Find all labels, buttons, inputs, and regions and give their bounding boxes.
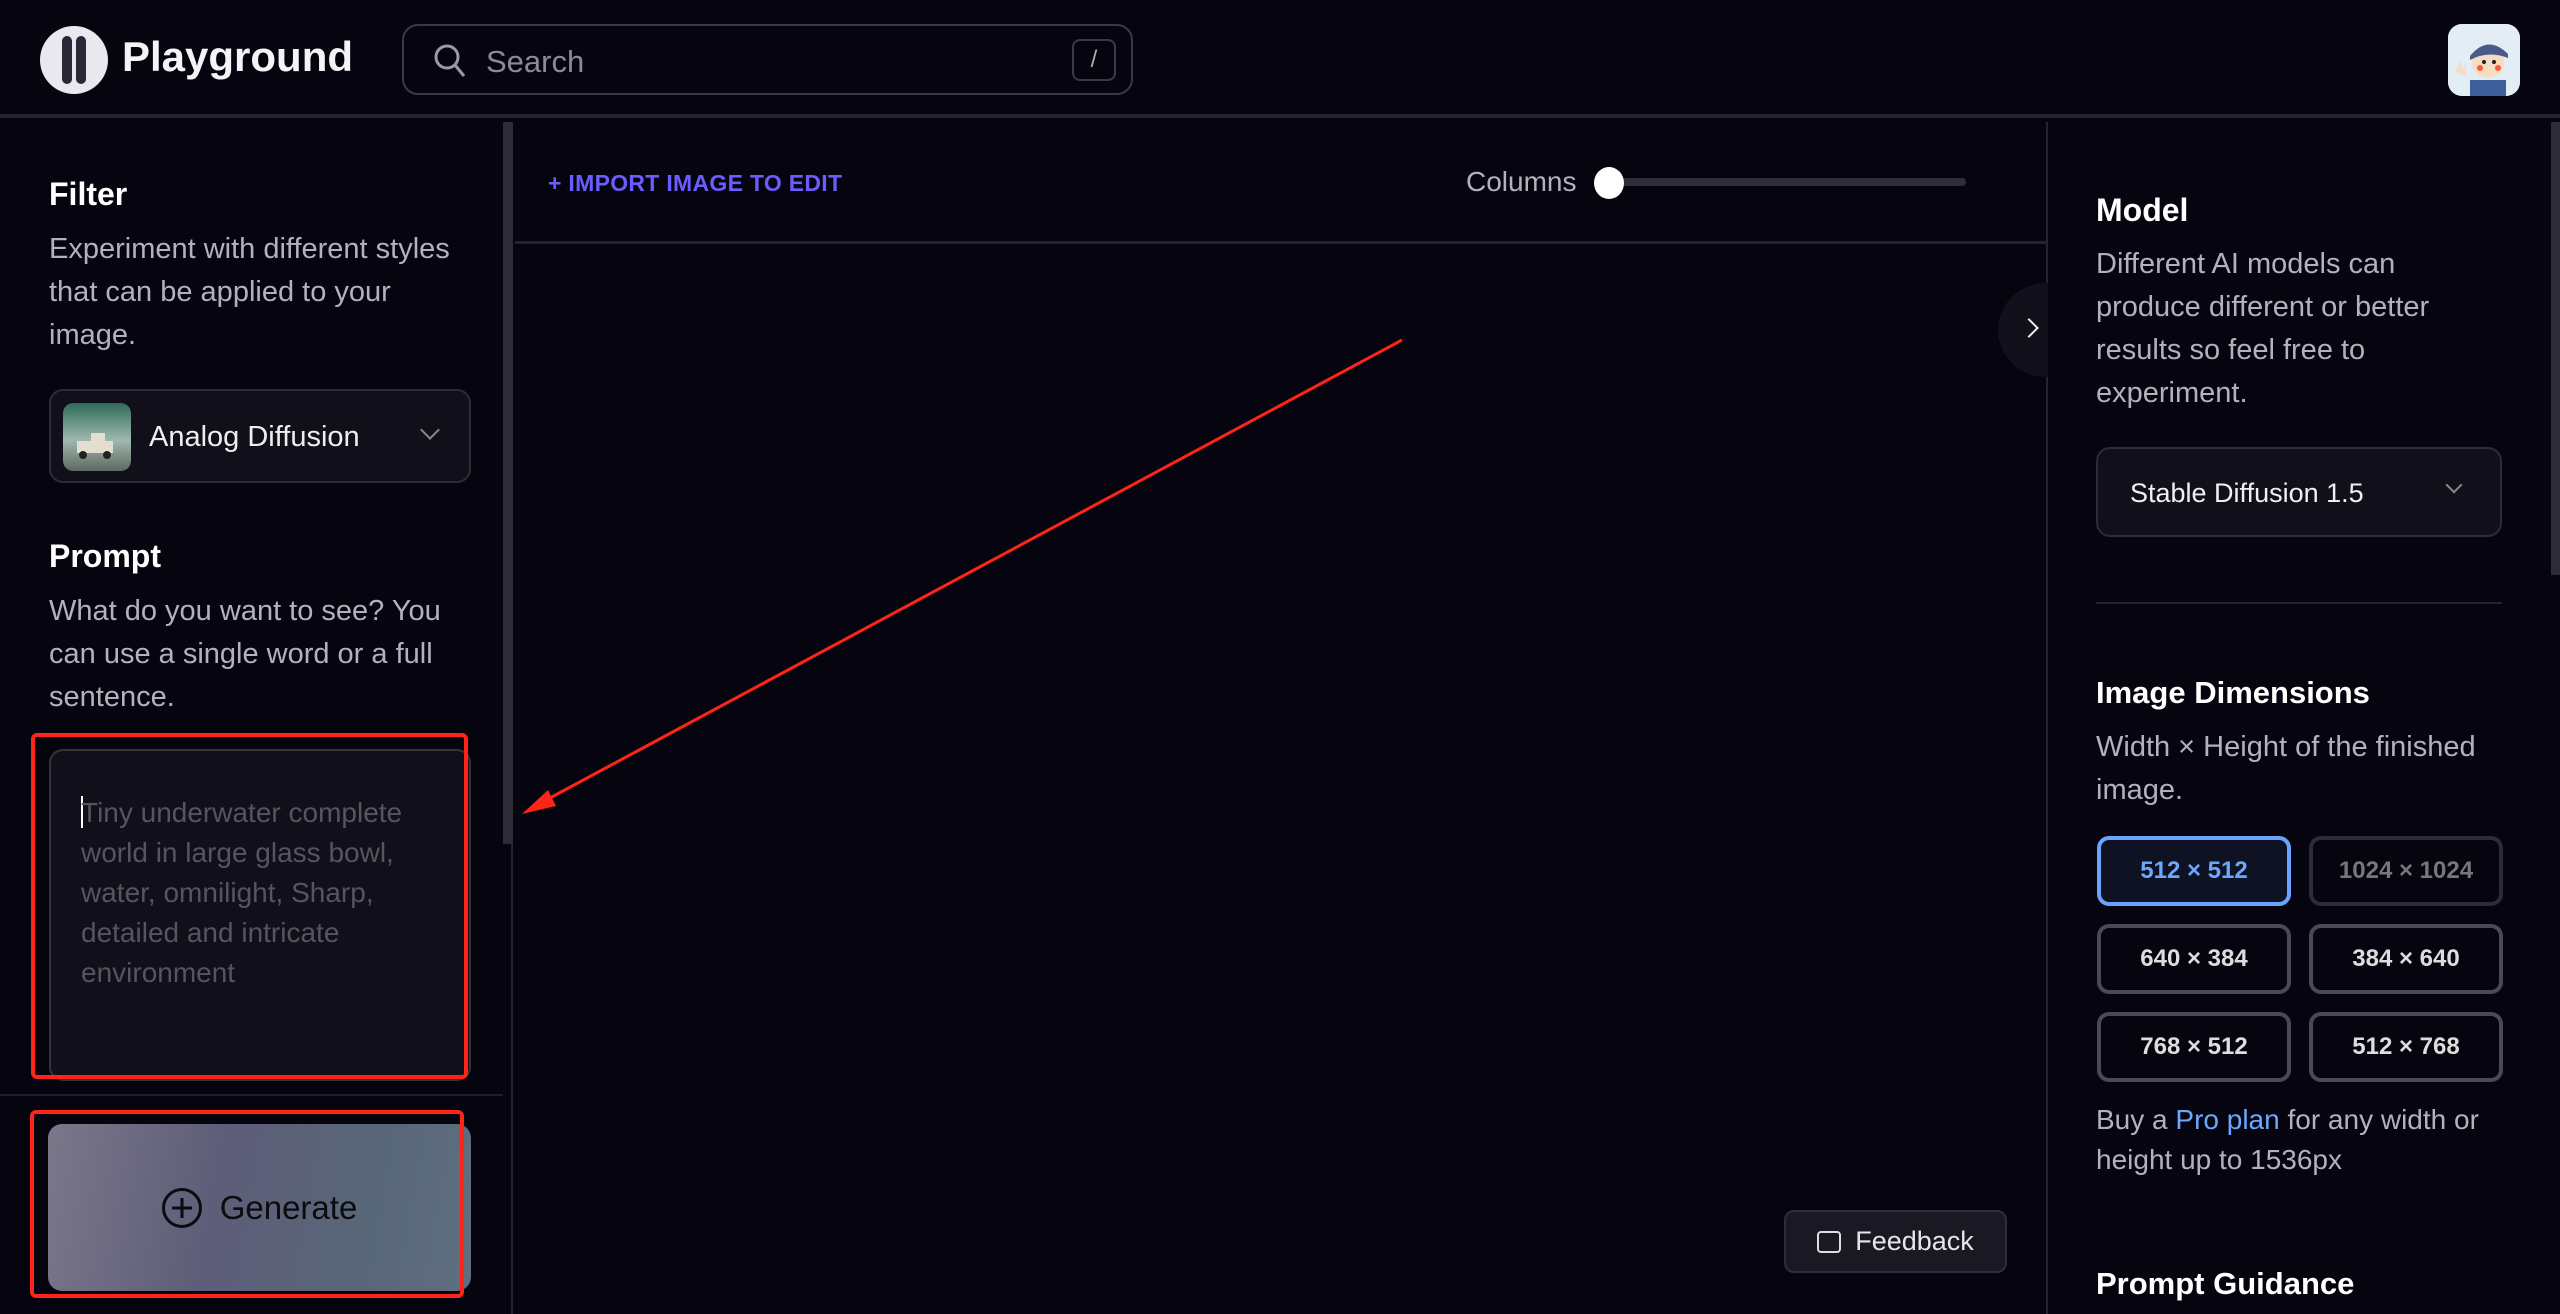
- columns-slider[interactable]: [1609, 178, 1966, 186]
- search-input[interactable]: Search /: [402, 24, 1133, 95]
- columns-slider-handle[interactable]: [1594, 167, 1624, 199]
- dimension-option-512x768[interactable]: 512 × 768: [2309, 1012, 2503, 1082]
- desc-line: image.: [49, 319, 137, 351]
- model-description: Different AI models can produce differen…: [2096, 243, 2429, 415]
- search-shortcut-key: /: [1072, 39, 1116, 81]
- upsell-suffix: for any width or: [2279, 1104, 2479, 1135]
- desc-line: produce different or better: [2096, 291, 2430, 323]
- desc-line: that can be applied to your: [49, 276, 391, 308]
- user-avatar[interactable]: [2448, 24, 2520, 96]
- desc-line: can use a single word or a full: [49, 638, 433, 670]
- dimension-option-640x384[interactable]: 640 × 384: [2097, 924, 2291, 994]
- top-header: Playground Search /: [0, 0, 2560, 118]
- dimensions-description: Width × Height of the finished image.: [2096, 726, 2476, 812]
- left-scrollbar[interactable]: [503, 122, 513, 844]
- search-placeholder: Search: [486, 44, 585, 79]
- filter-thumbnail: [63, 403, 131, 471]
- feedback-button[interactable]: Feedback: [1784, 1210, 2007, 1273]
- import-image-link[interactable]: + IMPORT IMAGE TO EDIT: [548, 170, 842, 197]
- upsell-prefix: Buy a: [2096, 1104, 2176, 1135]
- playground-logo-icon[interactable]: [40, 26, 108, 94]
- feedback-label: Feedback: [1855, 1226, 1974, 1256]
- desc-line: Experiment with different styles: [49, 233, 450, 265]
- right-scrollbar[interactable]: [2551, 122, 2560, 575]
- columns-label: Columns: [1466, 166, 1577, 197]
- prompt-title: Prompt: [49, 538, 161, 574]
- dimensions-title: Image Dimensions: [2096, 675, 2370, 710]
- dimension-option-512x512[interactable]: 512 × 512: [2097, 836, 2291, 906]
- pro-plan-link[interactable]: Pro plan: [2175, 1104, 2279, 1135]
- desc-line: Different AI models can: [2096, 248, 2396, 280]
- sidebar-divider: [0, 1094, 503, 1096]
- filter-dropdown[interactable]: Analog Diffusion: [49, 389, 471, 483]
- upsell-text: Buy a Pro plan for any width or height u…: [2096, 1100, 2479, 1180]
- chevron-down-icon: [420, 420, 440, 440]
- dimension-option-768x512[interactable]: 768 × 512: [2097, 1012, 2291, 1082]
- section-divider: [2096, 602, 2502, 604]
- prompt-description: What do you want to see? You can use a s…: [49, 590, 441, 719]
- brand-name[interactable]: Playground: [122, 33, 353, 81]
- canvas-toolbar: + IMPORT IMAGE TO EDIT Columns: [515, 122, 2046, 244]
- search-icon: [434, 44, 466, 77]
- upsell-line: height up to 1536px: [2096, 1144, 2342, 1175]
- chevron-right-icon: [2019, 318, 2039, 338]
- prompt-guidance-title: Prompt Guidance: [2096, 1266, 2355, 1301]
- desc-line: image.: [2096, 774, 2184, 806]
- desc-line: What do you want to see? You: [49, 595, 441, 627]
- dimension-option-1024x1024[interactable]: 1024 × 1024: [2309, 836, 2503, 906]
- filter-selected: Analog Diffusion: [149, 421, 360, 453]
- filter-description: Experiment with different styles that ca…: [49, 228, 450, 357]
- model-dropdown[interactable]: Stable Diffusion 1.5: [2096, 447, 2502, 537]
- desc-line: sentence.: [49, 681, 175, 713]
- desc-line: experiment.: [2096, 377, 2248, 409]
- filter-title: Filter: [49, 176, 128, 212]
- model-title: Model: [2096, 192, 2189, 228]
- desc-line: results so feel free to: [2096, 334, 2366, 366]
- desc-line: Width × Height of the finished: [2096, 731, 2476, 763]
- chat-bubble-icon: [1817, 1230, 1842, 1253]
- annotation-box-prompt: [31, 733, 468, 1079]
- dimension-option-384x640[interactable]: 384 × 640: [2309, 924, 2503, 994]
- annotation-box-generate: [30, 1110, 464, 1298]
- model-selected: Stable Diffusion 1.5: [2130, 478, 2364, 508]
- chevron-down-icon: [2445, 476, 2463, 494]
- avatar-image: [2448, 24, 2520, 96]
